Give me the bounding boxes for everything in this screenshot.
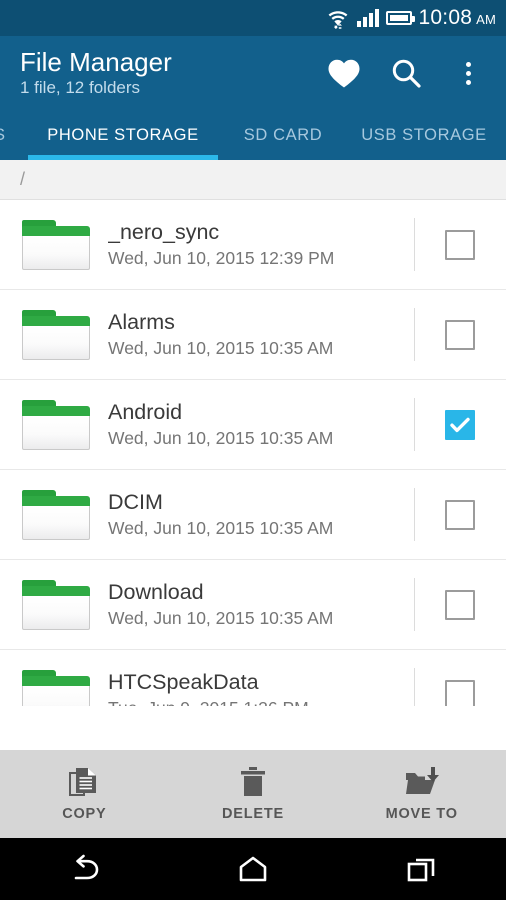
file-name: _nero_sync (108, 220, 220, 244)
row-meta: HTCSpeakData Tue, Jun 9, 2015 1:26 PM (108, 669, 414, 706)
table-row[interactable]: Alarms Wed, Jun 10, 2015 10:35 AM (0, 290, 506, 380)
app-bar: File Manager 1 file, 12 folders (0, 36, 506, 110)
file-list[interactable]: _nero_sync Wed, Jun 10, 2015 12:39 PM Al… (0, 200, 506, 706)
tab-partial-left[interactable]: S (0, 110, 28, 160)
breadcrumb-path: / (20, 169, 26, 189)
search-icon[interactable] (386, 53, 426, 93)
page-subtitle: 1 file, 12 folders (20, 78, 141, 97)
recents-icon (407, 858, 434, 882)
bottom-action-bar: COPY DELETE MOVE TO (0, 750, 506, 838)
tab-label: USB STORAGE (361, 125, 487, 144)
file-date: Wed, Jun 10, 2015 10:35 AM (108, 518, 334, 538)
file-name: DCIM (108, 490, 163, 514)
delete-button[interactable]: DELETE (169, 766, 338, 822)
folder-icon (22, 309, 90, 360)
table-row[interactable]: _nero_sync Wed, Jun 10, 2015 12:39 PM (0, 200, 506, 290)
storage-tabs: S PHONE STORAGE SD CARD USB STORAGE (0, 110, 506, 160)
move-to-button-label: MOVE TO (385, 806, 458, 822)
file-name: Download (108, 580, 204, 604)
file-date: Wed, Jun 10, 2015 10:35 AM (108, 428, 334, 448)
row-checkbox[interactable] (445, 589, 475, 620)
row-checkbox-cell[interactable] (414, 470, 506, 559)
trash-icon (241, 767, 265, 796)
table-row[interactable]: Android Wed, Jun 10, 2015 10:35 AM (0, 380, 506, 470)
status-bar-clock: 10:08 AM (419, 6, 496, 30)
tab-label: PHONE STORAGE (47, 125, 199, 144)
folder-icon (22, 669, 90, 706)
row-meta: Android Wed, Jun 10, 2015 10:35 AM (108, 399, 414, 450)
move-to-button[interactable]: MOVE TO (337, 766, 506, 822)
overflow-menu-icon[interactable] (448, 53, 488, 93)
row-checkbox-cell[interactable] (414, 650, 506, 706)
breadcrumb[interactable]: / (0, 160, 506, 200)
folder-icon (22, 579, 90, 630)
table-row[interactable]: DCIM Wed, Jun 10, 2015 10:35 AM (0, 470, 506, 560)
row-meta: Alarms Wed, Jun 10, 2015 10:35 AM (108, 309, 414, 360)
signal-icon (356, 9, 379, 27)
file-name: Alarms (108, 310, 175, 334)
row-meta: _nero_sync Wed, Jun 10, 2015 12:39 PM (108, 219, 414, 270)
row-checkbox-cell[interactable] (414, 290, 506, 379)
file-manager-screen: 10:08 AM File Manager 1 file, 12 folders (0, 0, 506, 900)
clock-time: 10:08 (418, 6, 473, 29)
back-icon (75, 854, 99, 880)
table-row[interactable]: HTCSpeakData Tue, Jun 9, 2015 1:26 PM (0, 650, 506, 706)
copy-button[interactable]: COPY (0, 766, 169, 822)
file-name: HTCSpeakData (108, 670, 259, 694)
back-button[interactable] (0, 854, 169, 884)
copy-icon (69, 768, 97, 796)
tab-usb-storage[interactable]: USB STORAGE (348, 110, 500, 160)
table-row[interactable]: Download Wed, Jun 10, 2015 10:35 AM (0, 560, 506, 650)
home-icon (239, 856, 267, 882)
file-name: Android (108, 400, 183, 424)
app-bar-actions (324, 53, 492, 93)
delete-button-label: DELETE (222, 806, 284, 822)
folder-icon (22, 489, 90, 540)
copy-button-label: COPY (62, 806, 107, 822)
tab-sd-card[interactable]: SD CARD (218, 110, 348, 160)
navigation-bar (0, 838, 506, 900)
row-meta: Download Wed, Jun 10, 2015 10:35 AM (108, 579, 414, 630)
file-date: Wed, Jun 10, 2015 10:35 AM (108, 338, 334, 358)
status-bar: 10:08 AM (0, 0, 506, 36)
home-button[interactable] (169, 855, 338, 883)
page-title: File Manager (20, 47, 172, 77)
file-date: Wed, Jun 10, 2015 12:39 PM (108, 248, 335, 268)
battery-icon (385, 10, 415, 25)
favorite-icon[interactable] (324, 53, 364, 93)
row-checkbox[interactable] (445, 319, 475, 350)
tab-phone-storage[interactable]: PHONE STORAGE (28, 110, 218, 160)
wifi-icon (326, 7, 350, 29)
row-meta: DCIM Wed, Jun 10, 2015 10:35 AM (108, 489, 414, 540)
move-to-folder-icon (405, 767, 439, 794)
row-checkbox[interactable] (445, 679, 475, 706)
folder-icon (22, 219, 90, 270)
file-date: Tue, Jun 9, 2015 1:26 PM (108, 696, 404, 706)
row-checkbox-cell[interactable] (414, 380, 506, 469)
row-checkbox[interactable] (445, 229, 475, 260)
tab-label: SD CARD (243, 125, 323, 144)
folder-icon (22, 399, 90, 450)
tab-label: S (0, 126, 6, 145)
row-checkbox-cell[interactable] (414, 200, 506, 289)
row-checkbox[interactable] (445, 409, 475, 440)
app-bar-titles: File Manager 1 file, 12 folders (20, 47, 324, 99)
row-checkbox[interactable] (445, 499, 475, 530)
file-date: Wed, Jun 10, 2015 10:35 AM (108, 608, 334, 628)
row-checkbox-cell[interactable] (414, 560, 506, 649)
clock-ampm: AM (476, 12, 496, 27)
recents-button[interactable] (337, 855, 506, 883)
